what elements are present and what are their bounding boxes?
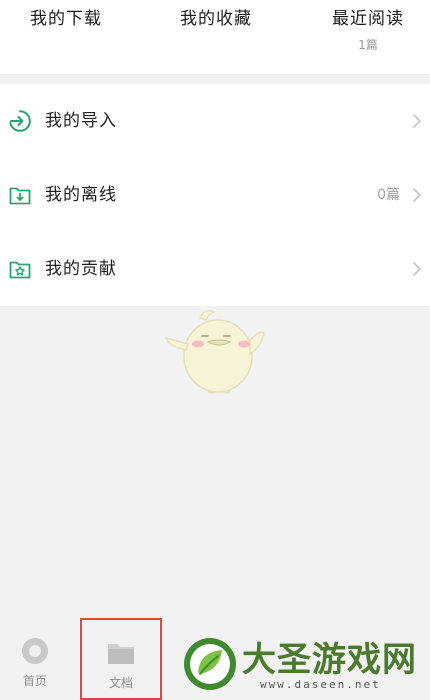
chevron-right-icon [413,114,421,128]
nav-documents-label: 文档 [108,676,133,690]
watermark-url: www.daseen.net [260,678,381,691]
tab-my-downloads[interactable]: 我的下载 [14,8,118,30]
tab-my-favorites-label: 我的收藏 [180,9,252,29]
leaf-logo-icon [184,638,236,690]
nav-home[interactable]: 首页 [0,624,76,700]
watermark-text: 大圣游戏网 [242,640,417,680]
tab-my-downloads-label: 我的下载 [30,9,102,29]
offline-count: 0篇 [377,187,400,203]
list-item-my-contributions[interactable]: 我的贡献 [0,232,430,306]
list-item-label: 我的贡献 [45,259,117,279]
offline-download-icon [9,187,31,205]
folder-icon [108,644,134,664]
list-item-label: 我的导入 [45,111,117,131]
nav-documents[interactable]: 文档 [80,618,162,700]
import-icon [9,110,31,132]
recent-reading-count: 1篇 [358,38,378,52]
list-item-label: 我的离线 [45,185,117,205]
list-item-my-offline[interactable]: 我的离线 0篇 [0,158,430,232]
chevron-right-icon [413,188,421,202]
nav-home-label: 首页 [22,674,47,688]
chevron-right-icon [413,262,421,276]
home-icon [22,638,48,664]
contribution-star-icon [9,261,31,279]
tab-recent-reading-label: 最近阅读 [332,9,404,29]
site-watermark: 大圣游戏网 www.daseen.net [178,630,428,700]
top-tab-bar: 我的下载 我的收藏 最近阅读 1篇 [0,0,430,74]
tab-recent-reading[interactable]: 最近阅读 1篇 [316,8,420,53]
document-menu-list: 我的导入 我的离线 0篇 我的贡献 [0,84,430,306]
list-item-my-imports[interactable]: 我的导入 [0,84,430,158]
mascot-illustration [165,310,265,394]
tab-my-favorites[interactable]: 我的收藏 [164,8,268,30]
